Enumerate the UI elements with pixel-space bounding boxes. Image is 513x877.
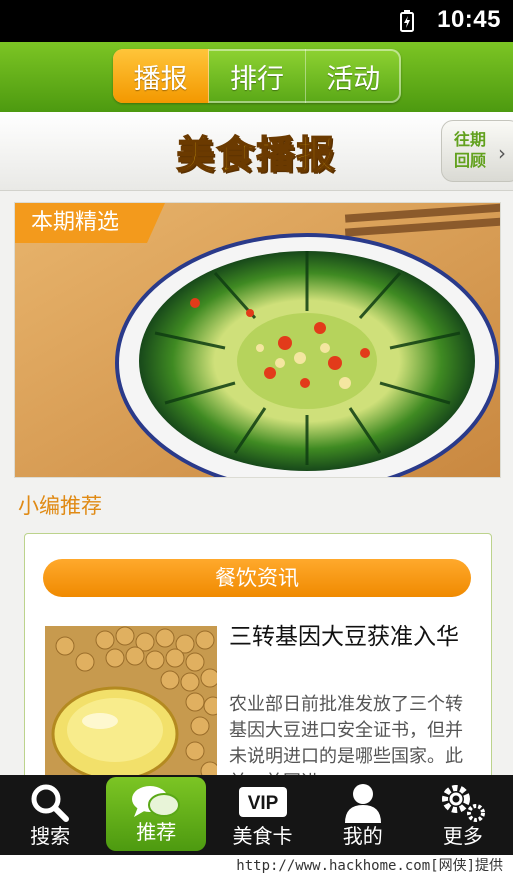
news-thumbnail[interactable] <box>45 626 217 786</box>
segmented-tabs: 播报 排行 活动 <box>113 49 401 103</box>
bottom-nav: 搜索 推荐 VIP 美食卡 我的 更多 <box>0 775 513 855</box>
tab-ranking[interactable]: 排行 <box>209 49 306 103</box>
news-title[interactable]: 三转基因大豆获准入华 <box>229 622 465 653</box>
search-icon <box>31 784 70 822</box>
banner: 美食播报 往期回顾 › <box>0 112 513 191</box>
gears-icon <box>441 785 485 822</box>
nav-food-card[interactable]: VIP 美食卡 <box>212 775 312 855</box>
clock: 10:45 <box>437 6 501 33</box>
page-title: 美食播报 <box>176 132 337 178</box>
vip-label: VIP <box>247 793 278 814</box>
featured-image[interactable]: 本期精选 <box>14 202 501 478</box>
nav-recommend[interactable]: 推荐 <box>106 777 207 851</box>
battery-charging-icon <box>400 10 414 32</box>
featured-tag: 本期精选 <box>15 203 165 243</box>
status-bar: 10:45 <box>0 0 513 42</box>
vip-card-icon: VIP <box>238 787 287 817</box>
past-issues-button[interactable]: 往期回顾 › <box>441 120 513 182</box>
section-label: 小编推荐 <box>18 494 102 518</box>
past-issues-label: 往期回顾 <box>454 130 487 170</box>
tab-events[interactable]: 活动 <box>306 49 401 103</box>
chevron-right-icon: › <box>498 141 506 165</box>
soybean-oil-image <box>45 626 217 786</box>
card-header: 餐饮资讯 <box>43 559 471 597</box>
watermark: http://www.hackhome.com[网侠]提供 <box>0 855 513 877</box>
nav-search[interactable]: 搜索 <box>0 775 100 855</box>
chat-bubbles-icon <box>132 786 181 817</box>
nav-food-card-label: 美食卡 <box>232 824 293 848</box>
tab-broadcast[interactable]: 播报 <box>113 49 210 103</box>
nav-mine[interactable]: 我的 <box>313 775 413 855</box>
person-icon <box>344 784 381 823</box>
cucumber-dish-image <box>15 203 500 477</box>
top-bar: 播报 排行 活动 <box>0 42 513 112</box>
nav-more[interactable]: 更多 <box>413 775 513 855</box>
